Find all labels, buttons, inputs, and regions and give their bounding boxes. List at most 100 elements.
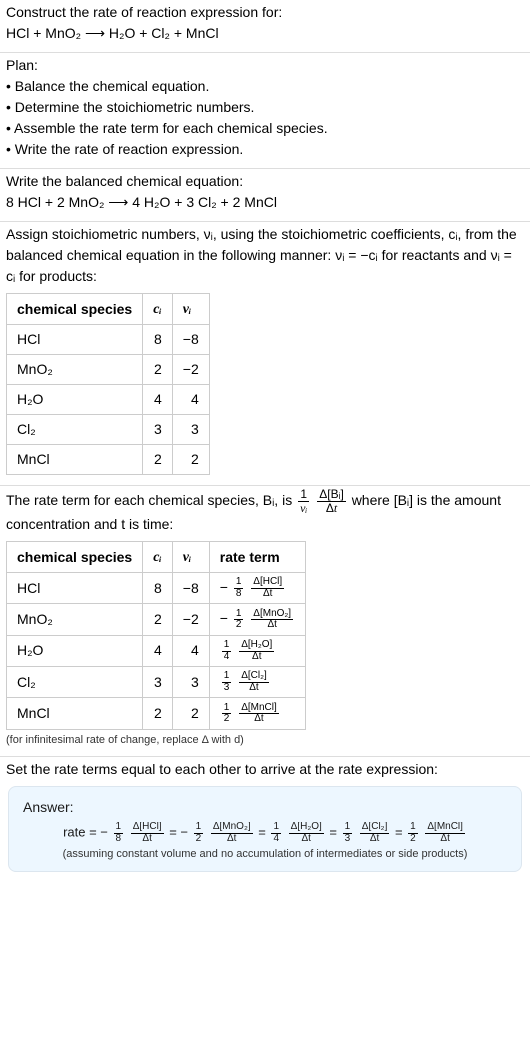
answer-label: Answer: [23,797,507,818]
fraction-icon: Δ[H₂O]Δt [239,640,274,662]
table-row: MnCl 2 2 12 Δ[MnCl]Δt [7,698,306,729]
cell-species: H₂O [7,385,143,415]
plan-item: • Balance the chemical equation. [6,76,524,97]
fraction-icon: Δ[HCl]Δt [251,577,284,599]
balanced-section: Write the balanced chemical equation: 8 … [0,169,530,222]
cell-c: 8 [143,325,173,355]
table-row: MnO₂ 2 −2 − 12 Δ[MnO₂]Δt [7,604,306,635]
cell-c: 4 [143,385,173,415]
col-species: chemical species [7,294,143,325]
stoich-table: chemical species cᵢ νᵢ HCl 8 −8 MnO₂ 2 −… [6,293,210,475]
fraction-icon: 13 [343,822,353,844]
table-row: MnO₂ 2 −2 [7,355,210,385]
table-row: MnCl 2 2 [7,445,210,475]
prompt-equation: HCl + MnO₂ ⟶ H₂O + Cl₂ + MnCl [6,23,524,44]
cell-v: 4 [172,385,209,415]
fraction-icon: Δ[MnCl]Δt [425,822,465,844]
plan-item: • Assemble the rate term for each chemic… [6,118,524,139]
cell-c: 8 [143,573,173,604]
fraction-icon: Δ[Bᵢ]Δt [317,488,346,514]
cell-v: −2 [172,355,209,385]
col-species: chemical species [7,542,143,573]
cell-species: MnO₂ [7,355,143,385]
fraction-icon: Δ[MnCl]Δt [239,703,279,725]
cell-species: HCl [7,573,143,604]
fraction-icon: 12 [222,703,232,725]
cell-c: 2 [143,355,173,385]
plan-heading: Plan: [6,55,524,76]
cell-c: 2 [143,698,173,729]
fraction-icon: Δ[H₂O]Δt [289,822,324,844]
fraction-icon: 13 [222,671,232,693]
col-ci: cᵢ [143,542,173,573]
cell-species: Cl₂ [7,667,143,698]
cell-c: 4 [143,635,173,666]
fraction-icon: 18 [114,822,124,844]
cell-rate: − 12 Δ[MnO₂]Δt [209,604,305,635]
table-header-row: chemical species cᵢ νᵢ rate term [7,542,306,573]
cell-v: −8 [172,573,209,604]
plan-item: • Write the rate of reaction expression. [6,139,524,160]
table-row: Cl₂ 3 3 [7,415,210,445]
cell-rate: 12 Δ[MnCl]Δt [209,698,305,729]
fraction-icon: Δ[MnO₂]Δt [251,609,293,631]
cell-species: MnCl [7,445,143,475]
table-row: H₂O 4 4 [7,385,210,415]
cell-species: Cl₂ [7,415,143,445]
cell-rate: 13 Δ[Cl₂]Δt [209,667,305,698]
cell-v: 4 [172,635,209,666]
final-heading: Set the rate terms equal to each other t… [6,759,524,780]
cell-c: 2 [143,445,173,475]
rateterm-intro: The rate term for each chemical species,… [6,488,524,535]
fraction-icon: 1νᵢ [298,488,309,514]
cell-species: MnCl [7,698,143,729]
fraction-icon: 12 [408,822,418,844]
final-section: Set the rate terms equal to each other t… [0,757,530,882]
fraction-icon: Δ[Cl₂]Δt [239,671,269,693]
cell-v: 3 [172,415,209,445]
rateterm-table: chemical species cᵢ νᵢ rate term HCl 8 −… [6,541,306,729]
col-rate: rate term [209,542,305,573]
cell-v: 2 [172,698,209,729]
col-vi: νᵢ [172,542,209,573]
stoich-intro: Assign stoichiometric numbers, νᵢ, using… [6,224,524,287]
prompt-section: Construct the rate of reaction expressio… [0,0,530,53]
col-vi: νᵢ [172,294,209,325]
cell-rate: − 18 Δ[HCl]Δt [209,573,305,604]
table-row: HCl 8 −8 [7,325,210,355]
plan-section: Plan: • Balance the chemical equation. •… [0,53,530,169]
table-header-row: chemical species cᵢ νᵢ [7,294,210,325]
rateterm-section: The rate term for each chemical species,… [0,486,530,757]
cell-rate: 14 Δ[H₂O]Δt [209,635,305,666]
cell-c: 3 [143,667,173,698]
rateterm-note: (for infinitesimal rate of change, repla… [6,732,524,749]
stoich-section: Assign stoichiometric numbers, νᵢ, using… [0,222,530,486]
cell-c: 3 [143,415,173,445]
cell-v: 3 [172,667,209,698]
rate-expression: rate = − 18 Δ[HCl]Δt = − 12 Δ[MnO₂]Δt = … [23,822,507,844]
table-row: H₂O 4 4 14 Δ[H₂O]Δt [7,635,306,666]
fraction-icon: Δ[HCl]Δt [131,822,164,844]
balanced-heading: Write the balanced chemical equation: [6,171,524,192]
fraction-icon: 12 [194,822,204,844]
prompt-text: Construct the rate of reaction expressio… [6,2,524,23]
cell-v: 2 [172,445,209,475]
table-row: Cl₂ 3 3 13 Δ[Cl₂]Δt [7,667,306,698]
cell-species: HCl [7,325,143,355]
plan-item: • Determine the stoichiometric numbers. [6,97,524,118]
cell-v: −8 [172,325,209,355]
cell-species: MnO₂ [7,604,143,635]
cell-c: 2 [143,604,173,635]
fraction-icon: 12 [234,609,244,631]
table-row: HCl 8 −8 − 18 Δ[HCl]Δt [7,573,306,604]
cell-v: −2 [172,604,209,635]
answer-assumption: (assuming constant volume and no accumul… [23,846,507,863]
col-ci: cᵢ [143,294,173,325]
fraction-icon: Δ[MnO₂]Δt [211,822,253,844]
balanced-equation: 8 HCl + 2 MnO₂ ⟶ 4 H₂O + 3 Cl₂ + 2 MnCl [6,192,524,213]
cell-species: H₂O [7,635,143,666]
fraction-icon: 14 [271,822,281,844]
fraction-icon: 18 [234,577,244,599]
answer-box: Answer: rate = − 18 Δ[HCl]Δt = − 12 Δ[Mn… [8,786,522,872]
fraction-icon: Δ[Cl₂]Δt [360,822,390,844]
